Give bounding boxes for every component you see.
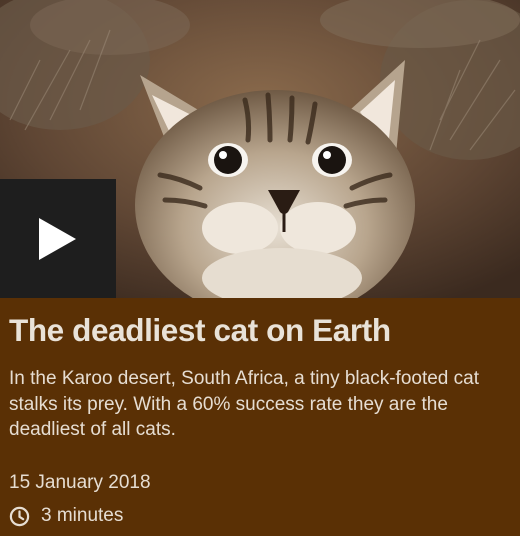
duration-text: 3 minutes (41, 505, 124, 526)
promo-card[interactable]: The deadliest cat on Earth In the Karoo … (0, 0, 520, 536)
video-thumbnail[interactable] (0, 0, 520, 298)
play-button[interactable] (0, 179, 116, 298)
video-duration: 3 minutes (9, 503, 123, 529)
article-description: In the Karoo desert, South Africa, a tin… (9, 368, 479, 440)
play-icon (39, 218, 76, 260)
publish-date: 15 January 2018 (9, 472, 151, 493)
clock-icon (9, 506, 30, 526)
article-title[interactable]: The deadliest cat on Earth (9, 311, 509, 349)
